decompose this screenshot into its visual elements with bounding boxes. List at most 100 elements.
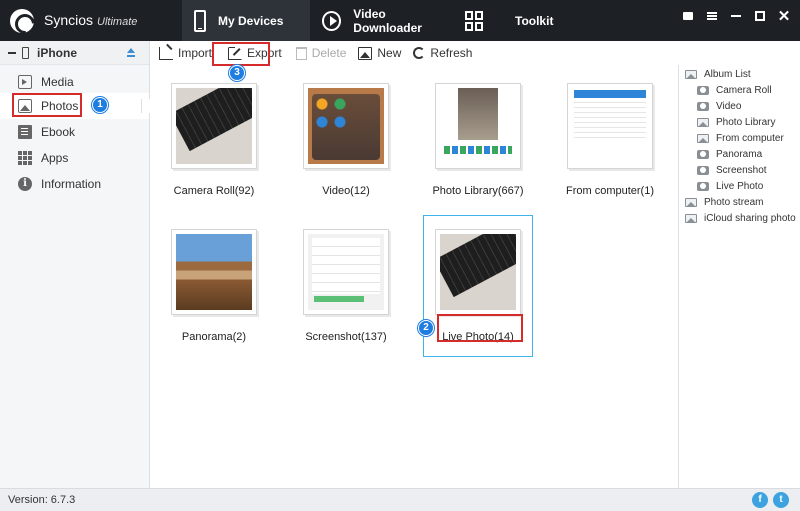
new-album-button[interactable]: New [352,41,407,65]
ebook-icon [18,125,32,139]
album-list-item-camera-roll[interactable]: Camera Roll [679,82,772,98]
album-list-item-label: iCloud sharing photo [704,212,796,224]
eject-icon[interactable] [127,48,135,58]
panorama-photo [176,234,252,310]
album-caption: Screenshot(137) [305,331,387,343]
album-list-panel: Album List Camera Roll Video Photo Libra… [678,65,800,488]
new-album-icon [358,46,373,60]
album-caption: From computer(1) [565,185,655,197]
tab-toolkit-label: Toolkit [515,13,554,28]
keyboard-photo [176,88,252,164]
tab-my-devices[interactable]: My Devices [182,0,310,41]
app-title: Syncios Ultimate [44,12,137,28]
album-icon [697,117,709,127]
album-list-header-label: Album List [704,68,751,80]
album-panorama[interactable]: Panorama(2) [159,229,269,343]
album-camera-roll[interactable]: Camera Roll(92) [159,83,269,197]
album-thumbnail [171,83,257,169]
album-list-item-photo-library[interactable]: Photo Library [679,114,775,130]
import-label: Import [178,46,213,60]
album-screenshot[interactable]: Screenshot(137) [291,229,401,343]
delete-label: Delete [311,46,347,60]
from-computer-photo [572,88,648,164]
toolkit-grid-icon [465,10,485,31]
sidebar-item-label: Apps [41,151,69,165]
album-list-item-live-photo[interactable]: Live Photo [679,178,763,194]
close-button[interactable]: ✕ [774,6,794,26]
new-label: New [377,46,402,60]
album-list-photo-stream[interactable]: Photo stream [679,194,763,210]
feedback-button[interactable] [678,6,698,26]
facebook-icon[interactable]: f [752,492,768,508]
menu-icon [707,12,717,20]
album-list-item-label: Video [716,100,742,112]
phone-icon [194,9,206,32]
device-name: iPhone [37,45,78,60]
camera-icon [697,149,709,159]
sidebar-item-apps[interactable]: Apps [0,145,149,171]
sidebar-item-ebook[interactable]: Ebook [0,119,149,145]
album-list-item-screenshot[interactable]: Screenshot [679,162,767,178]
minimize-button[interactable] [726,6,746,26]
play-icon [322,10,342,31]
refresh-label: Refresh [430,46,473,60]
album-caption: Panorama(2) [181,331,247,343]
import-button[interactable]: Import [153,41,218,65]
tab-my-devices-label: My Devices [218,13,284,28]
menu-button[interactable] [702,6,722,26]
album-list-item-label: Photo stream [704,196,764,208]
album-thumbnail [435,229,521,315]
import-icon [159,46,173,60]
maximize-button[interactable] [750,6,770,26]
tab-toolkit[interactable]: Toolkit [453,0,573,41]
album-photo-library[interactable]: Photo Library(667) [423,83,533,197]
message-icon [683,12,693,20]
album-list-item-from-computer[interactable]: From computer [679,130,784,146]
album-thumbnail [171,229,257,315]
album-list-item-video[interactable]: Video [679,98,741,114]
album-list-item-label: Camera Roll [716,84,772,96]
album-list-item-panorama[interactable]: Panorama [679,146,762,162]
album-list-item-label: Live Photo [716,180,764,192]
sidebar-item-information[interactable]: i Information [0,171,149,197]
album-thumbnail [435,83,521,169]
album-video[interactable]: Video(12) [291,83,401,197]
photo-stream-icon [685,197,697,207]
album-thumbnail [303,83,389,169]
album-thumbnail [303,229,389,315]
sidebar-item-media[interactable]: Media [0,69,149,95]
app-edition: Ultimate [97,16,138,28]
title-bar: Syncios Ultimate My Devices Video Downloa… [0,0,800,41]
album-grid: Camera Roll(92) Video(12) Photo Library(… [151,65,678,488]
status-bar: Version: 6.7.3 f t [0,488,800,511]
tab-video-downloader[interactable]: Video Downloader [310,0,453,41]
screenshot-photo [308,234,384,310]
camera-icon [697,101,709,111]
sidebar-item-label: Information [41,177,102,191]
window-controls: ✕ [678,6,794,26]
device-header[interactable]: iPhone [0,41,149,65]
album-thumbnail [567,83,653,169]
info-icon: i [18,177,32,191]
media-icon [18,75,32,89]
album-list-icloud-sharing[interactable]: iCloud sharing photo [679,210,796,226]
camera-icon [697,85,709,95]
camera-icon [697,181,709,191]
maximize-icon [755,11,765,21]
album-list-header[interactable]: Album List [679,66,751,82]
album-from-computer[interactable]: From computer(1) [555,83,665,197]
live-photo-photo [440,234,516,310]
collapse-icon[interactable] [8,51,16,54]
album-icon [697,133,709,143]
camera-icon [697,165,709,175]
trash-icon [295,46,307,60]
app-name: Syncios [44,12,94,28]
refresh-button[interactable]: Refresh [407,41,478,65]
photos-highlight-box [12,93,82,117]
album-caption: Photo Library(667) [432,185,524,197]
delete-button[interactable]: Delete [290,41,353,65]
export-highlight-box [212,42,270,66]
album-list-icon [685,69,697,79]
twitter-icon[interactable]: t [773,492,789,508]
minimize-icon [731,15,741,17]
